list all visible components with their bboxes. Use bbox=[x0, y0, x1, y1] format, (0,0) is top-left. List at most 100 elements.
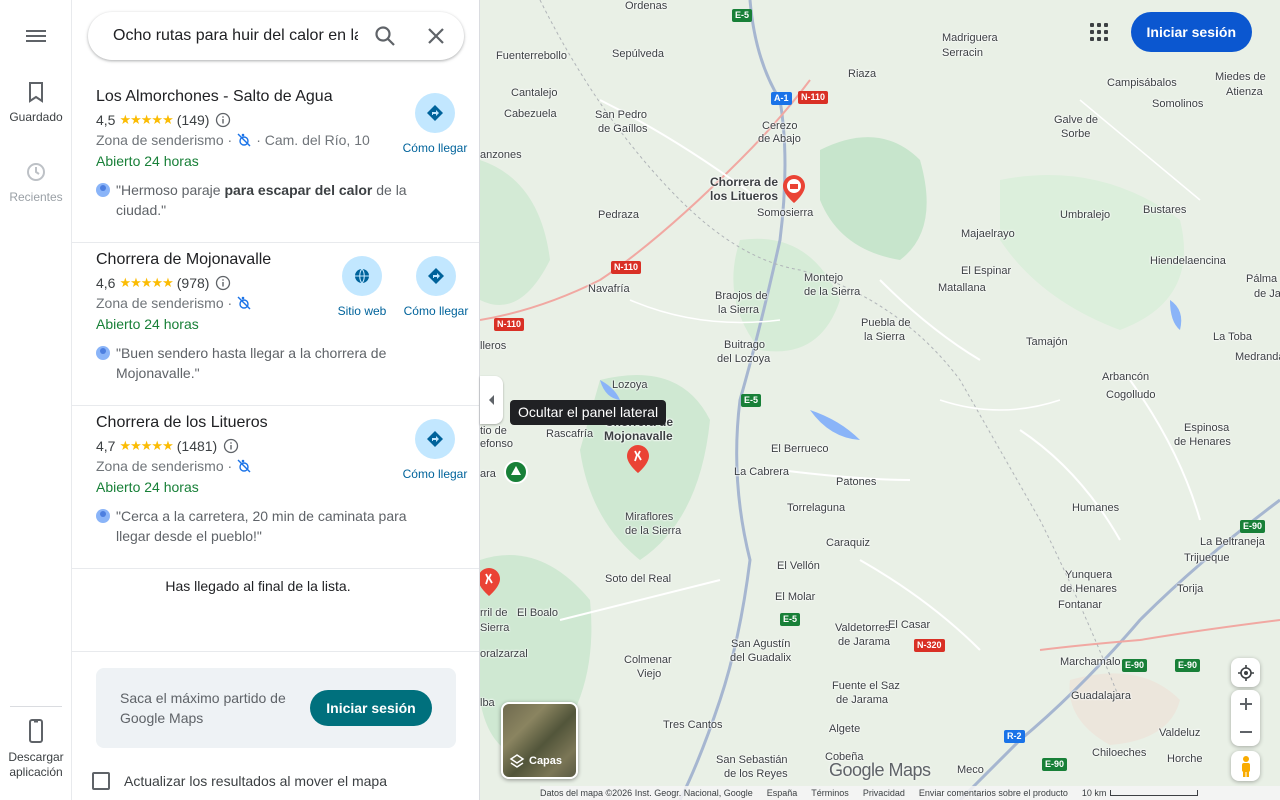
place-label: Matallana bbox=[938, 282, 986, 294]
result-title[interactable]: Los Almorchones - Salto de Agua bbox=[96, 88, 333, 106]
place-label: Soto del Real bbox=[605, 573, 672, 585]
place-label: Somosierra bbox=[757, 207, 814, 219]
place-label: Torija bbox=[1177, 583, 1204, 595]
road-shield: N-110 bbox=[798, 91, 829, 104]
terms-link[interactable]: Términos bbox=[811, 788, 849, 798]
reviewer-avatar bbox=[96, 509, 110, 523]
waterfall-marker-icon[interactable] bbox=[782, 175, 806, 203]
place-label: Caraquiz bbox=[826, 537, 871, 549]
place-label: Meco bbox=[957, 764, 984, 776]
directions-label[interactable]: Cómo llegar bbox=[403, 141, 468, 155]
place-label: Somolinos bbox=[1152, 98, 1204, 110]
website-label[interactable]: Sitio web bbox=[338, 304, 387, 318]
privacy-link[interactable]: Privacidad bbox=[863, 788, 905, 798]
place-label: Serracin bbox=[942, 47, 983, 59]
directions-label[interactable]: Cómo llegar bbox=[403, 467, 468, 481]
search-box[interactable]: Ocho rutas para huir del calor en la bbox=[88, 12, 464, 60]
info-icon[interactable] bbox=[215, 275, 231, 291]
directions-circle[interactable] bbox=[415, 419, 455, 459]
no-wheelchair-icon bbox=[237, 133, 251, 147]
directions-button[interactable]: Cómo llegar bbox=[396, 256, 476, 318]
info-icon[interactable] bbox=[215, 112, 231, 128]
google-apps-button[interactable] bbox=[1079, 12, 1119, 52]
result-item[interactable]: Chorrera de los Litueros 4,7 ★★★★★ (1481… bbox=[72, 406, 479, 569]
feedback-link[interactable]: Enviar comentarios sobre el producto bbox=[919, 788, 1068, 798]
hours-status: Abierto 24 horas bbox=[96, 479, 199, 495]
minus-icon bbox=[1239, 731, 1252, 733]
rating-value: 4,5 bbox=[96, 112, 116, 128]
reviewer-avatar bbox=[96, 346, 110, 360]
result-title[interactable]: Chorrera de los Litueros bbox=[96, 414, 268, 432]
no-wheelchair-icon bbox=[237, 459, 251, 473]
road-shield: E-90 bbox=[1240, 520, 1266, 533]
rating-stars: ★★★★★ bbox=[119, 112, 173, 127]
download-app-button[interactable]: Descargar aplicación bbox=[0, 718, 72, 780]
street-view-pegman[interactable] bbox=[1231, 751, 1260, 781]
hiking-marker-icon[interactable] bbox=[626, 445, 650, 473]
search-icon[interactable] bbox=[373, 24, 397, 48]
collapse-panel-button[interactable] bbox=[480, 376, 503, 424]
search-input[interactable]: Ocho rutas para huir del calor en la bbox=[113, 27, 358, 45]
directions-circle[interactable] bbox=[415, 93, 455, 133]
road-shield: E-90 bbox=[1122, 659, 1148, 672]
place-label: Arbancón bbox=[1102, 371, 1150, 383]
directions-button[interactable]: Cómo llegar bbox=[395, 93, 475, 155]
place-label: de los Reyes bbox=[724, 768, 788, 780]
place-label: anzones bbox=[480, 149, 522, 161]
directions-label[interactable]: Cómo llegar bbox=[404, 304, 469, 318]
result-item[interactable]: Los Almorchones - Salto de Agua 4,5 ★★★★… bbox=[72, 80, 479, 243]
update-results-checkbox[interactable] bbox=[92, 772, 110, 790]
close-icon[interactable] bbox=[424, 24, 448, 48]
place-label: San Agustín bbox=[731, 638, 791, 650]
place-label: de Henares bbox=[1060, 583, 1117, 595]
recent-button[interactable]: Recientes bbox=[0, 160, 72, 205]
place-label: de la Sierra bbox=[804, 286, 861, 298]
place-label: de Abajo bbox=[758, 133, 801, 145]
place-label: Yunquera bbox=[1065, 569, 1113, 581]
country-link[interactable]: España bbox=[767, 788, 798, 798]
place-label: Tamajón bbox=[1026, 336, 1068, 348]
menu-button[interactable] bbox=[0, 24, 72, 48]
review-text: "Buen sendero hasta llegar a la chorrera… bbox=[116, 345, 387, 381]
zoom-out-button[interactable] bbox=[1239, 718, 1253, 746]
place-label: ara bbox=[480, 468, 496, 480]
place-label: efonso bbox=[480, 438, 514, 450]
result-title[interactable]: Chorrera de Mojonavalle bbox=[96, 251, 271, 269]
website-circle[interactable] bbox=[342, 256, 382, 296]
update-results-label[interactable]: Actualizar los resultados al mover el ma… bbox=[124, 773, 387, 789]
place-label: la Sierra bbox=[864, 331, 905, 343]
layers-icon bbox=[509, 754, 525, 768]
directions-circle[interactable] bbox=[416, 256, 456, 296]
website-button[interactable]: Sitio web bbox=[322, 256, 402, 318]
promo-signin-button[interactable]: Iniciar sesión bbox=[310, 690, 432, 726]
scale-bar bbox=[1110, 790, 1199, 796]
saved-button[interactable]: Guardado bbox=[0, 80, 72, 125]
pegman-icon bbox=[1241, 756, 1250, 777]
category-text: Zona de senderismo · bbox=[96, 458, 233, 474]
scale-label[interactable]: 10 km bbox=[1082, 788, 1213, 798]
info-icon[interactable] bbox=[223, 438, 239, 454]
place-label: San Sebastián bbox=[716, 754, 788, 766]
update-results-row[interactable]: Actualizar los resultados al mover el ma… bbox=[92, 772, 387, 790]
zoom-in-button[interactable] bbox=[1239, 690, 1253, 718]
result-item[interactable]: Chorrera de Mojonavalle 4,6 ★★★★★ (978) … bbox=[72, 243, 479, 406]
park-marker-icon[interactable] bbox=[504, 460, 528, 486]
review-snippet: "Buen sendero hasta llegar a la chorrera… bbox=[96, 343, 426, 383]
hiking-marker-icon[interactable] bbox=[480, 568, 501, 596]
result-address: · Cam. del Río, 10 bbox=[256, 132, 370, 148]
bookmark-icon bbox=[29, 82, 43, 103]
hamburger-menu-icon bbox=[26, 30, 46, 42]
place-label: Navafría bbox=[588, 283, 630, 295]
place-label: El Espinar bbox=[961, 265, 1012, 277]
signin-button[interactable]: Iniciar sesión bbox=[1130, 12, 1252, 52]
place-label: tio de bbox=[480, 425, 507, 437]
download-label: Descargar aplicación bbox=[8, 750, 64, 779]
place-label: Rascafría bbox=[546, 428, 594, 440]
place-label: del Lozoya bbox=[717, 353, 771, 365]
directions-button[interactable]: Cómo llegar bbox=[395, 419, 475, 481]
road-shield: E-5 bbox=[741, 394, 762, 407]
place-label: Chiloeches bbox=[1092, 747, 1147, 759]
my-location-button[interactable] bbox=[1231, 658, 1260, 687]
layers-button[interactable]: Capas bbox=[501, 702, 578, 779]
rating-row: 4,5 ★★★★★ (149) bbox=[96, 112, 231, 128]
